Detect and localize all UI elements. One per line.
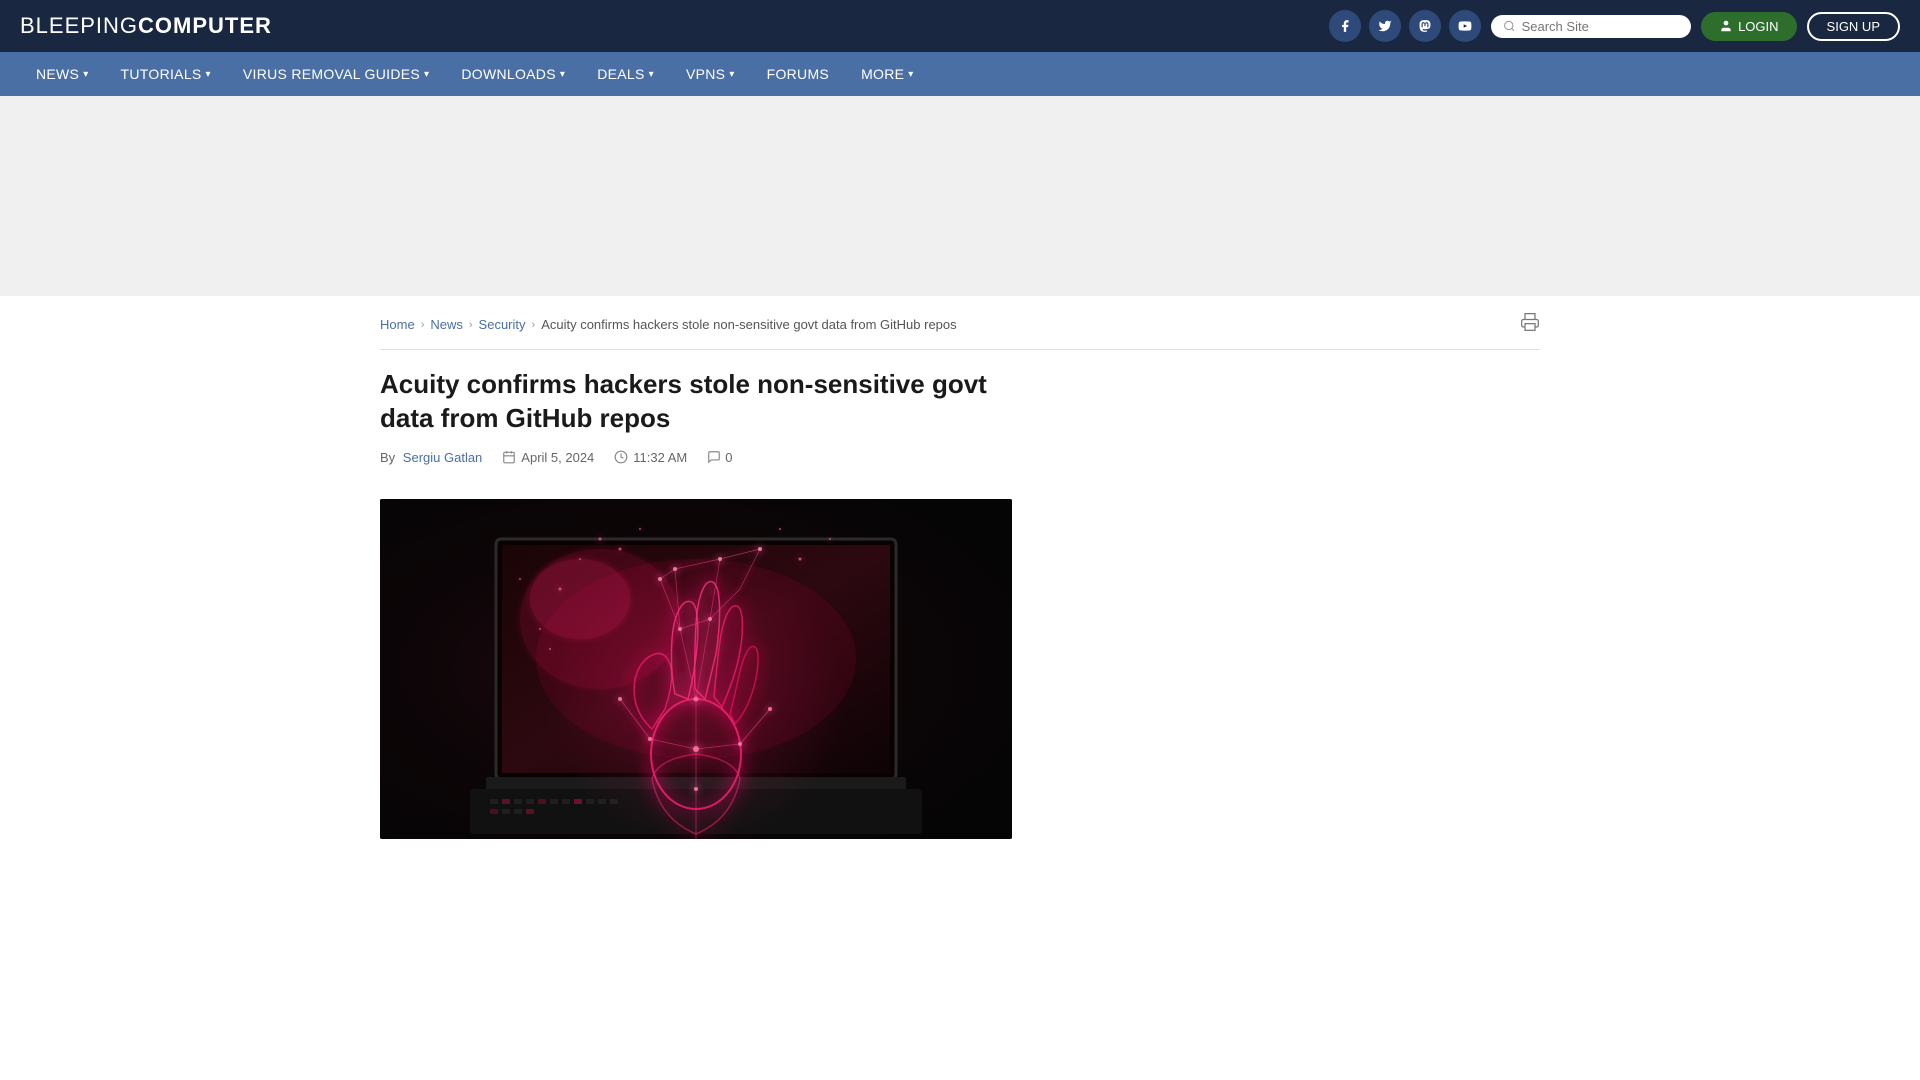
article-comments[interactable]: 0 bbox=[707, 450, 732, 465]
article-meta: By Sergiu Gatlan April 5, 2024 11:32 AM … bbox=[380, 450, 1030, 479]
login-label: LOGIN bbox=[1738, 19, 1778, 34]
clock-icon bbox=[614, 450, 628, 464]
chevron-down-icon: ▾ bbox=[83, 69, 88, 80]
social-icons bbox=[1329, 10, 1481, 42]
logo-light: BLEEPING bbox=[20, 13, 138, 38]
breadcrumb-current: Acuity confirms hackers stole non-sensit… bbox=[541, 317, 956, 332]
chevron-down-icon: ▾ bbox=[729, 69, 734, 80]
search-input[interactable] bbox=[1522, 19, 1679, 34]
chevron-down-icon: ▾ bbox=[649, 69, 654, 80]
nav-virus-removal[interactable]: VIRUS REMOVAL GUIDES ▾ bbox=[227, 52, 445, 96]
nav-downloads[interactable]: DOWNLOADS ▾ bbox=[445, 52, 581, 96]
breadcrumb-sep-3: › bbox=[532, 319, 536, 331]
login-button[interactable]: LOGIN bbox=[1701, 12, 1796, 41]
comment-icon bbox=[707, 450, 721, 464]
facebook-icon[interactable] bbox=[1329, 10, 1361, 42]
user-icon bbox=[1719, 19, 1733, 33]
nav-deals[interactable]: DEALS ▾ bbox=[581, 52, 670, 96]
nav-forums[interactable]: FORUMS bbox=[751, 52, 845, 96]
mastodon-icon[interactable] bbox=[1409, 10, 1441, 42]
breadcrumb-news[interactable]: News bbox=[430, 317, 463, 332]
chevron-down-icon: ▾ bbox=[560, 69, 565, 80]
nav-vpns[interactable]: VPNS ▾ bbox=[670, 52, 751, 96]
ad-banner bbox=[0, 96, 1920, 296]
youtube-icon[interactable] bbox=[1449, 10, 1481, 42]
nav-news[interactable]: NEWS ▾ bbox=[20, 52, 105, 96]
breadcrumb-sep-1: › bbox=[421, 319, 425, 331]
site-logo[interactable]: BLEEPINGCOMPUTER bbox=[20, 13, 272, 39]
signup-label: SIGN UP bbox=[1827, 19, 1880, 34]
nav-more[interactable]: MORE ▾ bbox=[845, 52, 930, 96]
chevron-down-icon: ▾ bbox=[424, 69, 429, 80]
article-title: Acuity confirms hackers stole non-sensit… bbox=[380, 368, 1030, 436]
breadcrumb-sep-2: › bbox=[469, 319, 473, 331]
breadcrumb-actions bbox=[1520, 312, 1540, 337]
chevron-down-icon: ▾ bbox=[206, 69, 211, 80]
breadcrumb-security[interactable]: Security bbox=[479, 317, 526, 332]
chevron-down-icon: ▾ bbox=[908, 69, 913, 80]
logo-bold: COMPUTER bbox=[138, 13, 272, 38]
top-bar-right: LOGIN SIGN UP bbox=[1329, 10, 1900, 42]
twitter-icon[interactable] bbox=[1369, 10, 1401, 42]
hero-placeholder bbox=[380, 499, 1012, 839]
article-author[interactable]: Sergiu Gatlan bbox=[403, 450, 483, 465]
print-icon[interactable] bbox=[1520, 316, 1540, 336]
article-date: April 5, 2024 bbox=[502, 450, 594, 465]
nav-tutorials[interactable]: TUTORIALS ▾ bbox=[105, 52, 227, 96]
nav-menu: NEWS ▾ TUTORIALS ▾ VIRUS REMOVAL GUIDES … bbox=[0, 52, 1920, 96]
hero-svg bbox=[380, 499, 1012, 839]
top-bar: BLEEPINGCOMPUTER LOGIN SIGN UP bbox=[0, 0, 1920, 52]
breadcrumb: Home › News › Security › Acuity confirms… bbox=[380, 296, 1540, 350]
article-time: 11:32 AM bbox=[614, 450, 687, 465]
search-bar bbox=[1491, 15, 1691, 38]
article-by: By Sergiu Gatlan bbox=[380, 450, 482, 465]
search-icon bbox=[1503, 19, 1516, 33]
article-sidebar bbox=[1060, 350, 1360, 839]
signup-button[interactable]: SIGN UP bbox=[1807, 12, 1900, 41]
article-hero-image bbox=[380, 499, 1012, 839]
main-container: Home › News › Security › Acuity confirms… bbox=[360, 296, 1560, 839]
article-main: Acuity confirms hackers stole non-sensit… bbox=[380, 350, 1030, 839]
breadcrumb-home[interactable]: Home bbox=[380, 317, 415, 332]
calendar-icon bbox=[502, 450, 516, 464]
article-layout: Acuity confirms hackers stole non-sensit… bbox=[380, 350, 1540, 839]
